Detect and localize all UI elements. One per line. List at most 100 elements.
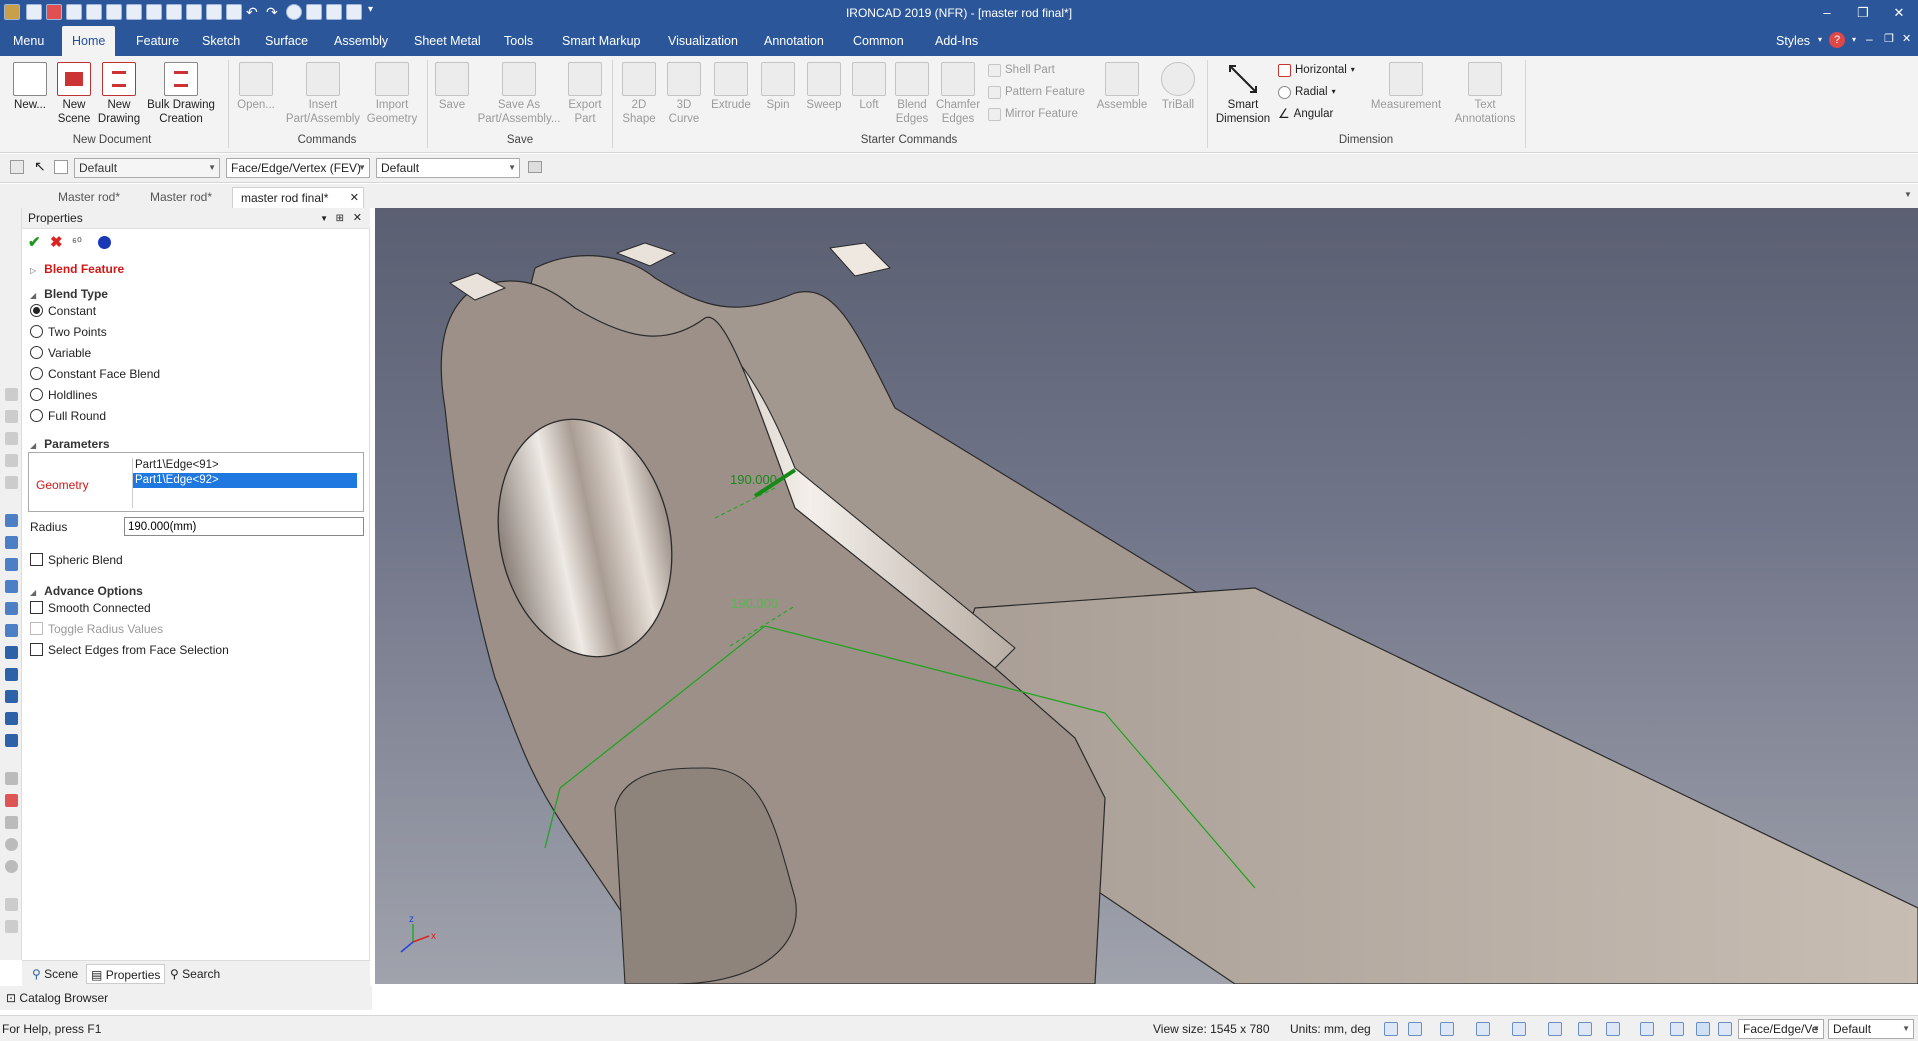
box-shape-icon[interactable]	[5, 536, 18, 549]
styles-menu[interactable]: Styles	[1776, 34, 1810, 48]
geometry-item-selected[interactable]: Part1\Edge<92>	[133, 473, 357, 488]
zoom-region-icon[interactable]	[1408, 1022, 1422, 1036]
advance-options-section[interactable]: ◢ Advance Options	[30, 584, 143, 598]
cylinder-shape-icon[interactable]	[5, 668, 18, 681]
pointer-icon[interactable]	[1696, 1022, 1710, 1036]
sketch-tool-icon[interactable]	[5, 794, 18, 807]
new-button[interactable]: New...	[8, 62, 52, 112]
tool-icon[interactable]	[5, 476, 18, 489]
catalog-browser-bar[interactable]: ⊡ Catalog Browser	[0, 986, 372, 1010]
pin-icon[interactable]	[10, 160, 24, 174]
cursor-icon[interactable]	[1718, 1022, 1732, 1036]
doc-minimize-icon[interactable]: –	[1866, 32, 1873, 46]
tab-menu[interactable]: Menu	[3, 26, 54, 56]
tab-properties[interactable]: ▤ Properties	[86, 964, 166, 984]
new-drawing-button[interactable]: New Drawing	[97, 62, 141, 126]
tab-feature[interactable]: Feature	[126, 26, 189, 56]
tab-sketch[interactable]: Sketch	[192, 26, 250, 56]
save-as-part-assembly-button[interactable]: Save As Part/Assembly...	[474, 62, 564, 126]
color-icon[interactable]	[98, 236, 111, 249]
maximize-icon[interactable]: ❐	[1848, 2, 1878, 24]
selection-icon[interactable]	[1670, 1022, 1684, 1036]
open-button[interactable]: Open...	[234, 62, 278, 112]
parameters-section[interactable]: ◢ Parameters	[30, 437, 110, 451]
tab-smart-markup[interactable]: Smart Markup	[552, 26, 651, 56]
save-button[interactable]: Save	[432, 62, 472, 112]
geometry-item[interactable]: Part1\Edge<91>	[133, 458, 357, 473]
2d-shape-button[interactable]: 2D Shape	[616, 62, 662, 126]
tab-visualization[interactable]: Visualization	[658, 26, 748, 56]
tab-surface[interactable]: Surface	[255, 26, 318, 56]
measurement-button[interactable]: Measurement	[1366, 62, 1446, 112]
text-annotations-button[interactable]: Text Annotations	[1448, 62, 1522, 126]
geometry-list[interactable]: Part1\Edge<91> Part1\Edge<92>	[132, 458, 357, 508]
tab-annotation[interactable]: Annotation	[754, 26, 834, 56]
loft-button[interactable]: Loft	[848, 62, 890, 112]
box-shape-icon[interactable]	[5, 514, 18, 527]
tab-sheet-metal[interactable]: Sheet Metal	[404, 26, 491, 56]
cylinder-shape-icon[interactable]	[5, 734, 18, 747]
render-mode-icon[interactable]	[1548, 1022, 1562, 1036]
radio-variable[interactable]	[30, 346, 43, 359]
snap-icon[interactable]	[1640, 1022, 1654, 1036]
blend-feature-section[interactable]: ▷ Blend Feature	[30, 262, 124, 276]
display-icon[interactable]	[1578, 1022, 1592, 1036]
zoom-icon[interactable]	[1384, 1022, 1398, 1036]
sketch-tool-icon[interactable]	[5, 816, 18, 829]
bulk-drawing-creation-button[interactable]: Bulk Drawing Creation	[144, 62, 218, 126]
pattern-feature-button[interactable]: Pattern Feature	[988, 84, 1085, 100]
panel-close-icon[interactable]: ✕	[353, 208, 362, 229]
tool-icon[interactable]	[5, 920, 18, 933]
tool-icon[interactable]	[5, 410, 18, 423]
help-dropdown-icon[interactable]: ▾	[1852, 35, 1856, 44]
doc-restore-icon[interactable]: ❐	[1884, 32, 1894, 45]
tab-scene[interactable]: ⚲ Scene	[28, 964, 82, 984]
3d-viewport[interactable]: 190.000 190.000 z x	[375, 208, 1918, 984]
radio-two-points[interactable]	[30, 325, 43, 338]
select-edges-from-face-checkbox[interactable]	[30, 643, 43, 656]
radio-full-round[interactable]	[30, 409, 43, 422]
hierarchy-icon[interactable]	[528, 161, 542, 173]
tab-search[interactable]: ⚲ Search	[166, 964, 224, 984]
doc-tab-master-rod-final[interactable]: master rod final* ✕	[232, 187, 364, 208]
help-icon[interactable]: ?	[1829, 32, 1845, 48]
cylinder-shape-icon[interactable]	[5, 712, 18, 725]
horizontal-dimension-button[interactable]: Horizontal ▾	[1278, 62, 1355, 78]
triball-button[interactable]: TriBall	[1154, 62, 1202, 112]
import-geometry-button[interactable]: Import Geometry	[364, 62, 420, 126]
circle-tool-icon[interactable]	[5, 838, 18, 851]
radial-dimension-button[interactable]: Radial ▾	[1278, 84, 1336, 100]
toggle-radius-values-checkbox[interactable]	[30, 622, 43, 635]
radio-constant[interactable]	[30, 304, 43, 317]
render-style-combo[interactable]: Default ▼	[376, 158, 520, 178]
tab-home[interactable]: Home	[62, 26, 116, 56]
select-arrow-icon[interactable]: ↖	[34, 158, 46, 175]
circle-tool-icon[interactable]	[5, 860, 18, 873]
box-shape-icon[interactable]	[5, 602, 18, 615]
select-filter-icon[interactable]	[54, 160, 68, 174]
view-orientation-icon[interactable]	[1476, 1022, 1490, 1036]
minimize-icon[interactable]: –	[1812, 2, 1842, 24]
export-part-button[interactable]: Export Part	[564, 62, 606, 126]
box-shape-icon[interactable]	[5, 624, 18, 637]
spheric-blend-checkbox[interactable]	[30, 553, 43, 566]
box-shape-icon[interactable]	[5, 558, 18, 571]
tool-icon[interactable]	[5, 454, 18, 467]
mirror-feature-button[interactable]: Mirror Feature	[988, 106, 1078, 122]
angular-dimension-button[interactable]: ∠ Angular	[1278, 106, 1333, 122]
extrude-button[interactable]: Extrude	[708, 62, 754, 112]
radius-input[interactable]	[124, 517, 364, 536]
scene-style-combo[interactable]: Default ▼	[74, 158, 220, 178]
doc-close-icon[interactable]: ✕	[1902, 32, 1911, 45]
tab-list-dropdown-icon[interactable]: ▼	[1904, 190, 1912, 199]
3d-curve-button[interactable]: 3D Curve	[662, 62, 706, 126]
cylinder-shape-icon[interactable]	[5, 646, 18, 659]
box-shape-icon[interactable]	[5, 580, 18, 593]
status-style-combo[interactable]: Default ▼	[1828, 1019, 1914, 1039]
tab-common[interactable]: Common	[843, 26, 914, 56]
radio-constant-face-blend[interactable]	[30, 367, 43, 380]
tab-tools[interactable]: Tools	[494, 26, 543, 56]
tool-icon[interactable]	[5, 898, 18, 911]
sweep-button[interactable]: Sweep	[802, 62, 846, 112]
smooth-connected-checkbox[interactable]	[30, 601, 43, 614]
